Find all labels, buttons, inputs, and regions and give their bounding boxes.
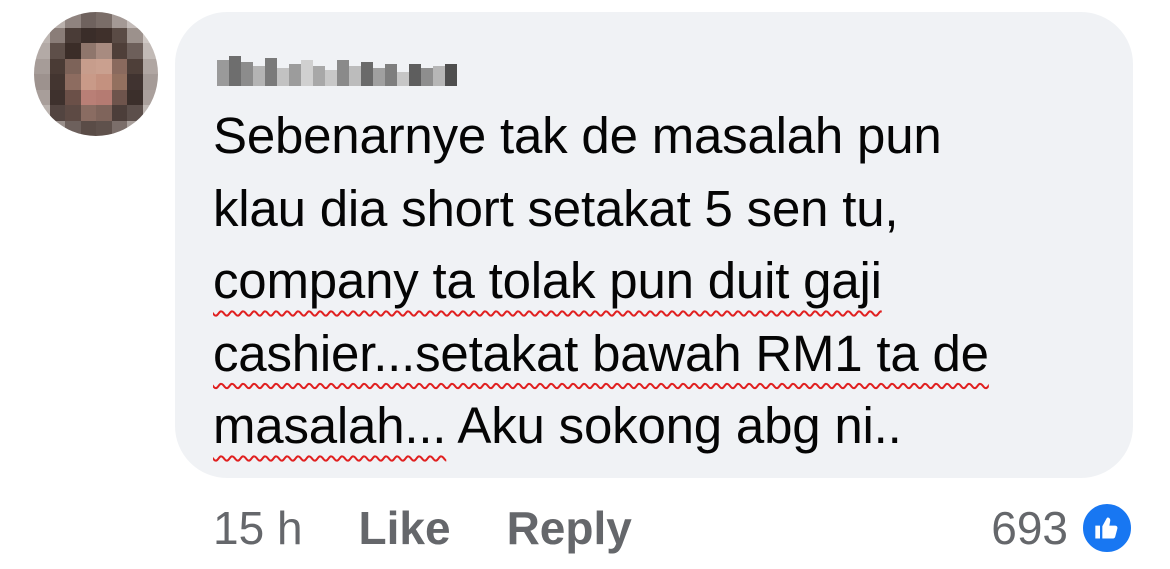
like-reaction-badge — [1080, 501, 1134, 555]
like-button[interactable]: Like — [359, 501, 451, 555]
comment-text: Sebenarnye tak de masalah pun klau dia s… — [213, 100, 1113, 463]
author-name-blurred[interactable] — [217, 50, 457, 86]
comment-line-3: company ta tolak pun duit gaji — [213, 245, 1113, 318]
avatar[interactable] — [34, 12, 158, 136]
comment-line-4: cashier...setakat bawah RM1 ta de — [213, 318, 1113, 391]
comment: Sebenarnye tak de masalah pun klau dia s… — [0, 0, 1170, 569]
comment-line-2: klau dia short setakat 5 sen tu, — [213, 179, 899, 237]
timestamp[interactable]: 15 h — [213, 501, 303, 555]
comment-actions: 15 h Like Reply — [213, 498, 632, 558]
thumbs-up-icon — [1095, 517, 1118, 539]
spellcheck-underline: masalah... — [213, 397, 447, 454]
spellcheck-underline: company ta tolak pun duit gaji — [213, 252, 882, 309]
comment-line-5-rest: Aku sokong abg ni.. — [446, 397, 902, 454]
spellcheck-underline: cashier...setakat bawah RM1 ta de — [213, 324, 989, 382]
comment-line-5: masalah... Aku sokong abg ni.. — [213, 390, 1113, 463]
comment-line-1: Sebenarnye tak de masalah pun — [213, 107, 942, 164]
reply-button[interactable]: Reply — [507, 501, 632, 555]
reaction-count: 693 — [991, 502, 1068, 554]
reaction-summary[interactable]: 693 — [991, 498, 1134, 558]
